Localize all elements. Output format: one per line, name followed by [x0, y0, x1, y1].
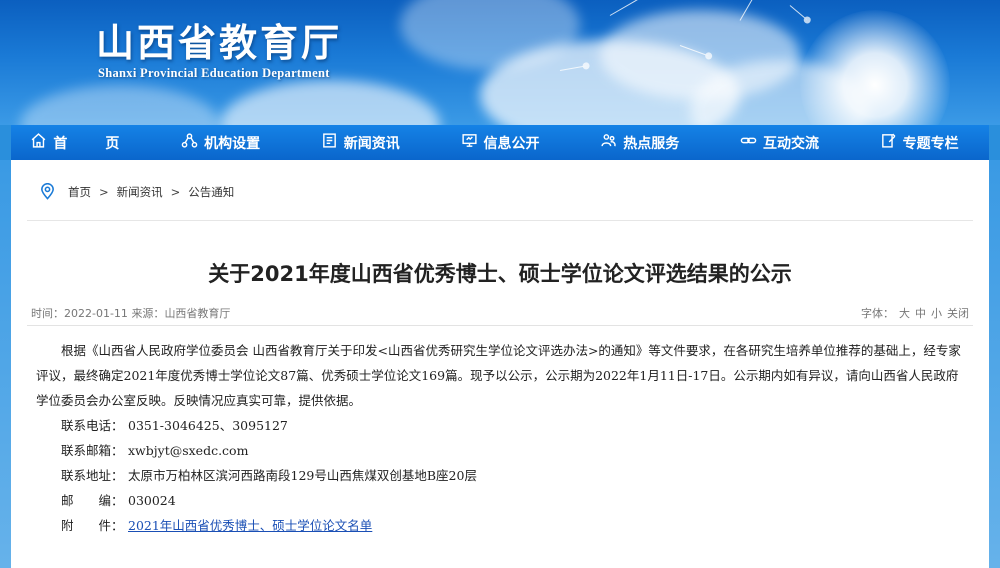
attachment-row: 附 件： 2021年山西省优秀博士、硕士学位论文名单	[36, 513, 961, 538]
home-icon	[30, 132, 47, 153]
site-logo-title: 山西省教育厅	[96, 20, 343, 65]
article-title: 关于2021年度山西省优秀博士、硕士学位论文评选结果的公示	[208, 262, 792, 286]
link-icon	[740, 132, 757, 153]
divider	[27, 220, 973, 221]
source-label: 来源：	[131, 307, 165, 320]
nav-item-services[interactable]: 热点服务	[570, 125, 710, 160]
service-icon	[600, 132, 617, 153]
location-pin-icon	[39, 183, 56, 200]
nav-item-news[interactable]: 新闻资讯	[290, 125, 430, 160]
font-size-label: 字体：	[861, 307, 894, 320]
font-large-button[interactable]: 大	[899, 305, 910, 321]
phone-value: 0351-3046425、3095127	[128, 418, 288, 433]
font-size-controls: 字体： 大 中 小 关闭	[861, 305, 969, 321]
contact-email-row: 联系邮箱： xwbjyt@sxedc.com	[36, 438, 961, 463]
nav-label: 专题专栏	[902, 135, 959, 152]
nav-label: 互动交流	[762, 135, 819, 152]
article-body: 根据《山西省人民政府学位委员会 山西省教育厅关于印发<山西省优秀研究生学位论文评…	[36, 338, 961, 538]
nav-item-info-disclosure[interactable]: 信息公开	[430, 125, 570, 160]
breadcrumb-separator: >	[99, 184, 109, 199]
nav-item-organization[interactable]: 机构设置	[151, 125, 291, 160]
nav-item-interaction[interactable]: 互动交流	[710, 125, 850, 160]
article-card: 首页 > 新闻资讯 > 公告通知 关于2021年度山西省优秀博士、硕士学位论文评…	[11, 160, 989, 568]
article-paragraph: 根据《山西省人民政府学位委员会 山西省教育厅关于印发<山西省优秀研究生学位论文评…	[36, 343, 961, 408]
breadcrumb-home[interactable]: 首页	[68, 184, 91, 200]
contact-address-row: 联系地址： 太原市万柏林区滨河西路南段129号山西焦煤双创基地B座20层	[36, 463, 961, 488]
news-icon	[321, 132, 338, 153]
edit-icon	[880, 132, 897, 153]
contact-phone-row: 联系电话： 0351-3046425、3095127	[36, 413, 961, 438]
nav-item-home[interactable]: 首 页	[11, 125, 151, 160]
time-label: 时间：	[31, 307, 64, 320]
org-icon	[181, 132, 198, 153]
nav-label: 新闻资讯	[343, 135, 400, 152]
font-medium-button[interactable]: 中	[915, 305, 926, 321]
nav-label: 机构设置	[204, 135, 261, 152]
nav-item-special-topics[interactable]: 专题专栏	[849, 125, 989, 160]
article-source: 山西省教育厅	[164, 307, 231, 320]
breadcrumb-separator: >	[170, 184, 181, 199]
attachment-label: 附 件：	[61, 518, 124, 533]
address-value: 太原市万柏林区滨河西路南段129号山西焦煤双创基地B座20层	[128, 468, 477, 483]
nav-label: 首 页	[53, 135, 132, 152]
phone-label: 联系电话：	[61, 418, 124, 433]
close-button[interactable]: 关闭	[947, 305, 969, 321]
font-small-button[interactable]: 小	[931, 305, 942, 321]
nav-label: 信息公开	[483, 135, 540, 152]
site-banner: 山西省教育厅 Shanxi Provincial Education Depar…	[0, 0, 1000, 125]
postcode-label: 邮 编：	[61, 493, 124, 508]
postcode-row: 邮 编： 030024	[36, 488, 961, 513]
address-label: 联系地址：	[61, 468, 124, 483]
page-side-left	[0, 160, 11, 568]
postcode-value: 030024	[128, 493, 176, 508]
publish-date: 2022-01-11	[64, 307, 128, 320]
breadcrumb-notices[interactable]: 公告通知	[188, 184, 234, 200]
email-label: 联系邮箱：	[61, 443, 124, 458]
main-nav: 首 页 机构设置 新闻资讯 信息公开 热点服务 互动交流 专题专栏	[11, 125, 989, 160]
monitor-icon	[461, 132, 478, 153]
dandelion-graphic	[800, 10, 950, 125]
breadcrumb-news[interactable]: 新闻资讯	[117, 184, 163, 200]
email-value: xwbjyt@sxedc.com	[128, 443, 249, 458]
page-side-right	[989, 160, 1000, 568]
nav-label: 热点服务	[623, 135, 680, 152]
breadcrumb: 首页 > 新闻资讯 > 公告通知	[39, 183, 234, 200]
attachment-link[interactable]: 2021年山西省优秀博士、硕士学位论文名单	[128, 513, 372, 538]
divider	[27, 325, 973, 326]
site-logo-subtitle: Shanxi Provincial Education Department	[98, 66, 330, 80]
article-meta: 时间：2022-01-11 来源：山西省教育厅	[31, 305, 230, 321]
